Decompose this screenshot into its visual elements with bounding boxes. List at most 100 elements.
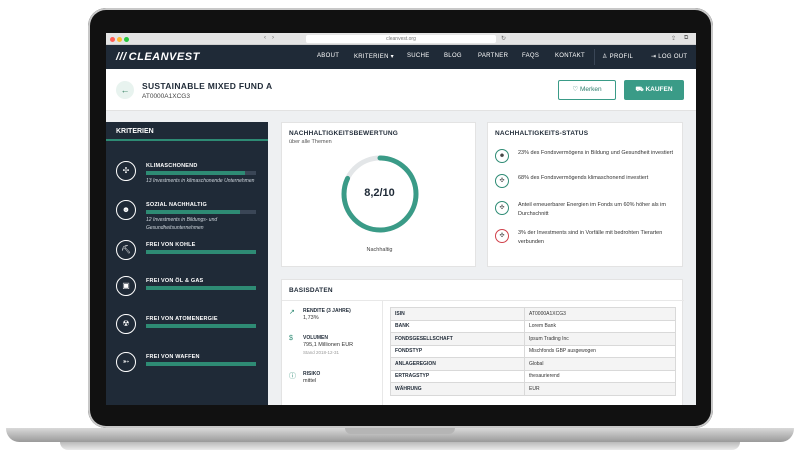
radiation-icon: ☢ bbox=[116, 314, 136, 334]
table-row: WÄHRUNG EUR bbox=[390, 382, 676, 396]
screen: ‹ › cleanvest.org ↻ ⇪ ⧉ ///CLEANVEST ABO… bbox=[106, 33, 696, 405]
table-row: BANK Lorem Bank bbox=[390, 319, 676, 333]
status-text: 68% des Fondsvermögends klimaschonend in… bbox=[518, 175, 649, 181]
maximize-window-icon[interactable] bbox=[124, 37, 129, 42]
status-text: Anteil erneuerbarer Energien im Fonds um… bbox=[518, 202, 666, 218]
nav-logout[interactable]: ⇥ LOG OUT bbox=[651, 53, 687, 60]
criteria-progress-fill bbox=[146, 324, 256, 328]
criteria-label: FREI VON WAFFEN bbox=[146, 354, 200, 360]
criteria-progress-fill bbox=[146, 250, 256, 254]
wind-turbine-icon: ✣ bbox=[495, 201, 509, 215]
divider bbox=[282, 300, 684, 301]
address-bar[interactable]: cleanvest.org bbox=[306, 35, 496, 43]
fund-title: SUSTAINABLE MIXED FUND A bbox=[142, 81, 273, 91]
rating-subtitle: über alle Themen bbox=[289, 139, 332, 145]
table-row: FONDSGESELLSCHAFT Ipsum Trading Inc bbox=[390, 332, 676, 346]
criteria-label: KLIMASCHONEND bbox=[146, 163, 198, 169]
logo-mark-icon: /// bbox=[116, 51, 127, 63]
back-nav-icon[interactable]: ‹ bbox=[264, 35, 266, 41]
nav-logout-label: LOG OUT bbox=[658, 54, 688, 60]
rating-score: 8,2/10 bbox=[364, 187, 395, 199]
sidebar-title: KRITERIEN bbox=[106, 122, 268, 141]
nav-item-blog[interactable]: BLOG bbox=[444, 53, 462, 59]
status-card: NACHHALTIGKEITS-STATUS ☻ 23% des Fondsve… bbox=[487, 122, 683, 267]
nav-profil-label: PROFIL bbox=[609, 54, 634, 60]
divider bbox=[382, 300, 383, 405]
kaufen-label: KAUFEN bbox=[645, 86, 673, 93]
close-window-icon[interactable] bbox=[110, 37, 115, 42]
table-value: Global bbox=[524, 357, 676, 371]
logo[interactable]: ///CLEANVEST bbox=[116, 51, 200, 63]
oil-barrel-icon: ▣ bbox=[116, 276, 136, 296]
kv-label: VOLUMEN bbox=[303, 335, 328, 341]
nav-item-faqs[interactable]: FAQS bbox=[522, 53, 539, 59]
table-key: ANLAGEREGION bbox=[390, 357, 525, 371]
criteria-sidebar: KRITERIEN ✣ KLIMASCHONEND 13 Investments… bbox=[106, 122, 268, 405]
trend-icon: ↗ bbox=[289, 309, 295, 316]
cart-icon: ⛟ bbox=[635, 86, 646, 93]
rating-card: NACHHALTIGKEITSBEWERTUNG über alle Theme… bbox=[281, 122, 476, 267]
dollar-icon: $ bbox=[289, 335, 293, 342]
kv-label: RENDITE (3 JAHRE) bbox=[303, 308, 351, 314]
minimize-window-icon[interactable] bbox=[117, 37, 122, 42]
wind-turbine-icon: ✣ bbox=[495, 174, 509, 188]
fund-isin: AT0000A1XCG3 bbox=[142, 93, 190, 100]
logo-text: CLEANVEST bbox=[128, 51, 200, 63]
nav-item-about[interactable]: ABOUT bbox=[317, 53, 339, 59]
status-title: NACHHALTIGKEITS-STATUS bbox=[495, 130, 589, 137]
table-key: ERTRAGSTYP bbox=[390, 369, 525, 383]
criteria-progress-fill bbox=[146, 286, 256, 290]
forward-nav-icon[interactable]: › bbox=[272, 35, 274, 41]
laptop-notch bbox=[345, 428, 455, 434]
nav-item-suche[interactable]: SUCHE bbox=[407, 53, 430, 59]
merken-label: Merken bbox=[579, 86, 602, 93]
table-value: Mischfonds GBP ausgewogen bbox=[524, 344, 676, 358]
criteria-progress-fill bbox=[146, 171, 245, 175]
table-value: EUR bbox=[524, 382, 676, 396]
share-icon[interactable]: ⇪ bbox=[671, 35, 676, 42]
rating-label: Nachhaltig bbox=[366, 247, 393, 253]
back-button[interactable]: ← bbox=[116, 81, 134, 99]
nav-item-kontakt[interactable]: KONTAKT bbox=[555, 53, 585, 59]
rating-title: NACHHALTIGKEITSBEWERTUNG bbox=[289, 130, 399, 137]
criteria-label: SOZIAL NACHHALTIG bbox=[146, 202, 207, 208]
table-value: AT0000A1XCG3 bbox=[524, 307, 676, 321]
table-key: ISIN bbox=[390, 307, 525, 321]
table-row: ANLAGEREGION Global bbox=[390, 357, 676, 371]
alert-icon: ✣ bbox=[495, 229, 509, 243]
kv-value: mittel bbox=[303, 378, 317, 384]
kv-value: 795,1 Millionen EUR bbox=[303, 342, 354, 348]
fund-header: ← SUSTAINABLE MIXED FUND A AT0000A1XCG3 … bbox=[106, 69, 696, 111]
kaufen-button[interactable]: ⛟ KAUFEN bbox=[624, 80, 684, 100]
top-navigation: ///CLEANVEST ABOUT KRITERIEN ▾ SUCHE BLO… bbox=[106, 45, 696, 69]
laptop-frame: ‹ › cleanvest.org ↻ ⇪ ⧉ ///CLEANVEST ABO… bbox=[0, 0, 800, 473]
user-icon: ♙ bbox=[602, 54, 610, 60]
tabs-icon[interactable]: ⧉ bbox=[684, 35, 688, 42]
table-row: FONDSTYP Mischfonds GBP ausgewogen bbox=[390, 344, 676, 358]
nav-profil[interactable]: ♙ PROFIL bbox=[602, 53, 633, 60]
coal-cart-icon: ⛏ bbox=[116, 240, 136, 260]
table-key: BANK bbox=[390, 319, 525, 333]
heart-icon: ♡ bbox=[572, 86, 580, 93]
table-row: ISIN AT0000A1XCG3 bbox=[390, 307, 676, 321]
criteria-description: 13 Investments in klimaschonende Unterne… bbox=[146, 178, 255, 184]
people-icon: ☻ bbox=[116, 200, 136, 220]
nav-item-kriterien[interactable]: KRITERIEN ▾ bbox=[354, 53, 394, 60]
status-text: 3% der Investments sind in Vorfälle mit … bbox=[518, 230, 663, 246]
table-value: thesaurierend bbox=[524, 369, 676, 383]
reload-icon[interactable]: ↻ bbox=[501, 35, 506, 42]
criteria-description: 12 Investments in Bildungs- und Gesundhe… bbox=[146, 217, 218, 231]
table-key: FONDSTYP bbox=[390, 344, 525, 358]
basisdaten-table: ISIN AT0000A1XCG3 BANK Lorem Bank FONDSGESEL… bbox=[390, 307, 676, 396]
laptop-shadow bbox=[60, 442, 740, 450]
merken-button[interactable]: ♡ Merken bbox=[558, 80, 616, 100]
wind-turbine-icon: ✣ bbox=[116, 161, 136, 181]
table-value: Lorem Bank bbox=[524, 319, 676, 333]
table-value: Ipsum Trading Inc bbox=[524, 332, 676, 346]
kv-sub: Stand 2018-12-31 bbox=[303, 350, 340, 355]
arrow-left-icon: ← bbox=[120, 85, 130, 95]
people-icon: ☻ bbox=[495, 149, 509, 163]
bullet-icon: ➵ bbox=[116, 352, 136, 372]
nav-item-partner[interactable]: PARTNER bbox=[478, 53, 508, 59]
table-key: WÄHRUNG bbox=[390, 382, 525, 396]
